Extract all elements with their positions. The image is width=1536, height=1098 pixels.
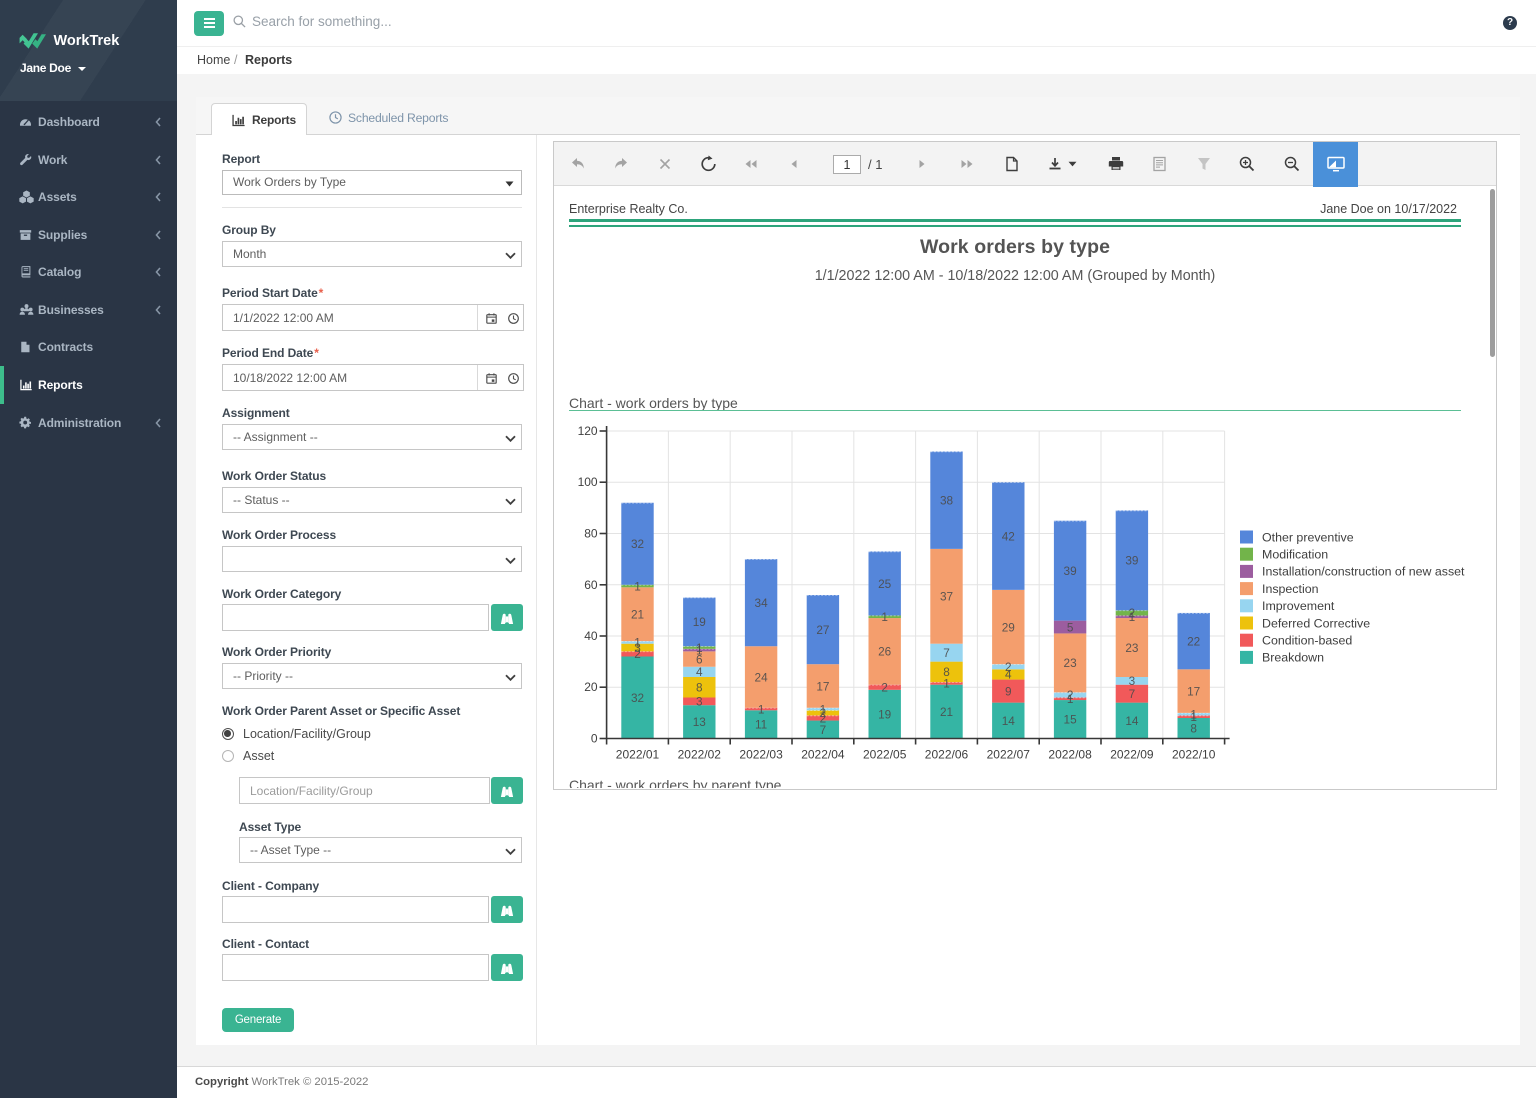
svg-text:1: 1 — [634, 636, 641, 650]
svg-text:37: 37 — [940, 590, 953, 604]
svg-text:Condition-based: Condition-based — [1262, 634, 1352, 648]
svg-text:39: 39 — [1064, 564, 1077, 578]
svg-text:24: 24 — [755, 670, 769, 684]
svg-text:1: 1 — [881, 610, 888, 624]
svg-text:2: 2 — [1067, 688, 1074, 702]
svg-text:7: 7 — [943, 646, 950, 660]
svg-text:1: 1 — [696, 641, 703, 655]
svg-text:1: 1 — [758, 702, 765, 716]
svg-text:11: 11 — [755, 718, 767, 732]
svg-text:21: 21 — [940, 705, 953, 719]
svg-text:100: 100 — [578, 475, 598, 489]
svg-text:40: 40 — [584, 629, 598, 643]
svg-text:1: 1 — [634, 579, 641, 593]
svg-text:3: 3 — [696, 695, 703, 709]
svg-text:1: 1 — [1190, 708, 1197, 722]
svg-text:2022/06: 2022/06 — [925, 748, 969, 762]
svg-text:2022/09: 2022/09 — [1110, 748, 1154, 762]
svg-text:42: 42 — [1002, 529, 1015, 543]
svg-text:60: 60 — [584, 578, 598, 592]
svg-text:Improvement: Improvement — [1262, 599, 1335, 613]
svg-text:19: 19 — [693, 615, 706, 629]
svg-text:20: 20 — [584, 680, 598, 694]
svg-text:38: 38 — [940, 494, 954, 508]
svg-text:15: 15 — [1064, 713, 1078, 727]
svg-text:2022/05: 2022/05 — [863, 748, 907, 762]
svg-text:17: 17 — [1187, 684, 1200, 698]
svg-text:23: 23 — [1125, 641, 1139, 655]
svg-text:3: 3 — [1129, 674, 1136, 688]
svg-text:4: 4 — [696, 665, 703, 679]
svg-text:2: 2 — [1129, 606, 1136, 620]
svg-text:2: 2 — [881, 681, 888, 695]
svg-text:Installation/construction of n: Installation/construction of new asset — [1262, 565, 1465, 579]
svg-text:Deferred Corrective: Deferred Corrective — [1262, 616, 1370, 630]
svg-text:Modification: Modification — [1262, 548, 1328, 562]
svg-text:2022/07: 2022/07 — [987, 748, 1031, 762]
svg-text:19: 19 — [878, 708, 891, 722]
svg-text:27: 27 — [816, 623, 829, 637]
svg-text:2022/08: 2022/08 — [1048, 748, 1092, 762]
svg-text:9: 9 — [1005, 684, 1012, 698]
svg-text:2022/04: 2022/04 — [801, 748, 845, 762]
svg-text:21: 21 — [631, 608, 644, 622]
svg-text:14: 14 — [1125, 714, 1139, 728]
svg-text:0: 0 — [591, 732, 598, 746]
svg-text:14: 14 — [1002, 714, 1016, 728]
svg-text:39: 39 — [1125, 554, 1138, 568]
svg-text:8: 8 — [696, 681, 703, 695]
svg-text:Other preventive: Other preventive — [1262, 530, 1354, 544]
svg-text:2: 2 — [1005, 660, 1012, 674]
svg-text:32: 32 — [631, 691, 644, 705]
svg-text:22: 22 — [1187, 634, 1200, 648]
svg-text:17: 17 — [816, 679, 829, 693]
svg-text:8: 8 — [943, 665, 950, 679]
svg-text:26: 26 — [878, 645, 892, 659]
svg-text:25: 25 — [878, 577, 892, 591]
svg-text:1: 1 — [820, 702, 827, 716]
svg-text:2022/03: 2022/03 — [739, 748, 783, 762]
svg-text:32: 32 — [631, 537, 644, 551]
svg-text:2022/10: 2022/10 — [1172, 748, 1216, 762]
svg-text:23: 23 — [1064, 656, 1078, 670]
svg-text:2022/02: 2022/02 — [678, 748, 722, 762]
svg-text:34: 34 — [755, 596, 769, 610]
svg-text:Inspection: Inspection — [1262, 582, 1319, 596]
svg-text:29: 29 — [1002, 620, 1015, 634]
svg-text:13: 13 — [693, 715, 707, 729]
svg-text:120: 120 — [578, 424, 598, 438]
svg-text:7: 7 — [1129, 687, 1136, 701]
svg-text:2022/01: 2022/01 — [616, 748, 660, 762]
svg-text:5: 5 — [1067, 620, 1074, 634]
svg-text:Breakdown: Breakdown — [1262, 651, 1324, 665]
svg-text:80: 80 — [584, 527, 598, 541]
